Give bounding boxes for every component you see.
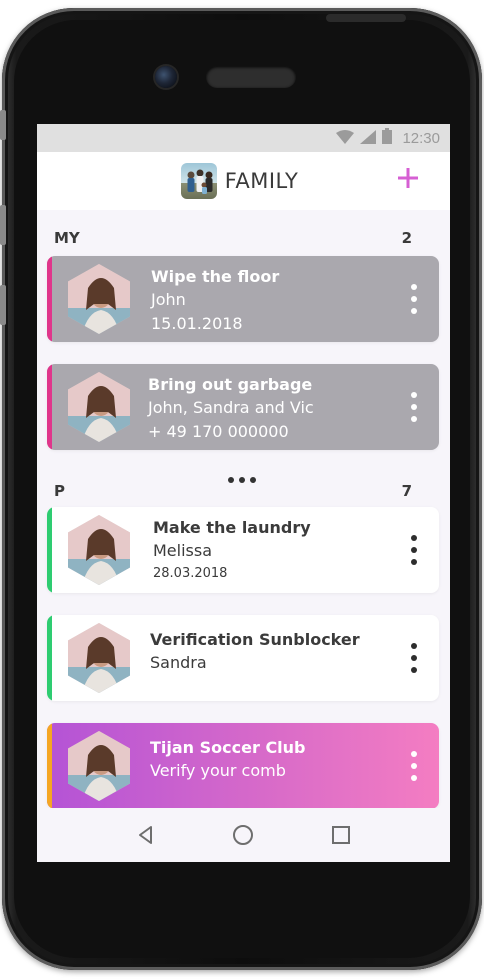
volume-down-button xyxy=(0,285,6,325)
app-header: FAMILY xyxy=(37,152,450,210)
task-title: Bring out garbage xyxy=(148,375,313,394)
avatar xyxy=(68,623,130,693)
task-assignee: Sandra xyxy=(150,653,207,672)
task-title: Wipe the floor xyxy=(151,267,280,286)
task-card-make-laundry[interactable]: Make the laundry Melissa 28.03.2018 xyxy=(47,507,439,593)
card-stripe xyxy=(47,364,52,450)
task-assignee: Melissa xyxy=(153,541,213,560)
task-card-wipe-floor[interactable]: Wipe the floor John 15.01.2018 xyxy=(47,256,439,342)
task-card-bring-out-garbage[interactable]: Bring out garbage John, Sandra and Vic +… xyxy=(47,364,439,450)
section-my-header: MY 2 xyxy=(54,229,412,247)
task-date: 15.01.2018 xyxy=(151,314,243,333)
task-date: 28.03.2018 xyxy=(153,566,228,581)
top-sensor xyxy=(326,14,406,22)
card-stripe xyxy=(47,723,52,809)
task-card-verification-sunblocker[interactable]: Verification Sunblocker Sandra xyxy=(47,615,439,701)
home-circle-icon xyxy=(233,825,254,845)
recents-button[interactable] xyxy=(329,823,353,847)
avatar xyxy=(68,264,130,334)
section-my-count: 2 xyxy=(401,229,412,247)
card-menu-button[interactable] xyxy=(409,643,419,673)
battery-icon xyxy=(382,128,393,148)
section-p-count: 7 xyxy=(401,482,412,500)
signal-icon xyxy=(360,129,377,148)
card-stripe xyxy=(47,615,52,701)
section-p-label: P xyxy=(54,482,65,500)
front-camera xyxy=(155,66,177,88)
recents-square-icon xyxy=(332,826,351,844)
section-p-header: P 7 xyxy=(54,482,412,500)
plus-icon xyxy=(398,168,418,188)
side-key xyxy=(0,110,6,140)
task-card-tijan-soccer-club[interactable]: Tijan Soccer Club Verify your comb xyxy=(47,723,439,809)
group-selector[interactable]: FAMILY xyxy=(180,163,299,199)
task-assignee: John xyxy=(151,290,186,309)
navigation-bar xyxy=(37,808,450,862)
card-menu-button[interactable] xyxy=(409,392,419,422)
status-bar: 12:30 xyxy=(37,124,450,152)
volume-up-button xyxy=(0,205,6,245)
avatar xyxy=(68,731,130,801)
back-button[interactable] xyxy=(134,823,158,847)
section-my-label: MY xyxy=(54,229,80,247)
avatar xyxy=(68,515,130,585)
avatar xyxy=(68,372,130,442)
earpiece-speaker xyxy=(206,66,296,88)
card-menu-button[interactable] xyxy=(409,284,419,314)
task-phone: + 49 170 000000 xyxy=(148,422,289,441)
status-time: 12:30 xyxy=(402,129,440,147)
back-triangle-icon xyxy=(138,826,152,844)
card-stripe xyxy=(47,507,52,593)
card-menu-button[interactable] xyxy=(409,751,419,781)
screen: 12:30 FAMILY MY 2 Wipe the floor John 15… xyxy=(37,124,450,862)
group-avatar xyxy=(180,163,217,199)
task-title: Verification Sunblocker xyxy=(150,630,360,649)
card-menu-button[interactable] xyxy=(409,535,419,565)
task-subtitle: Verify your comb xyxy=(150,761,286,780)
task-assignee: John, Sandra and Vic xyxy=(148,398,314,417)
add-button[interactable] xyxy=(396,166,420,190)
task-title: Make the laundry xyxy=(153,518,311,537)
wifi-icon xyxy=(336,129,355,148)
group-title: FAMILY xyxy=(224,169,299,193)
card-stripe xyxy=(47,256,52,342)
task-title: Tijan Soccer Club xyxy=(150,738,306,757)
home-button[interactable] xyxy=(231,823,255,847)
